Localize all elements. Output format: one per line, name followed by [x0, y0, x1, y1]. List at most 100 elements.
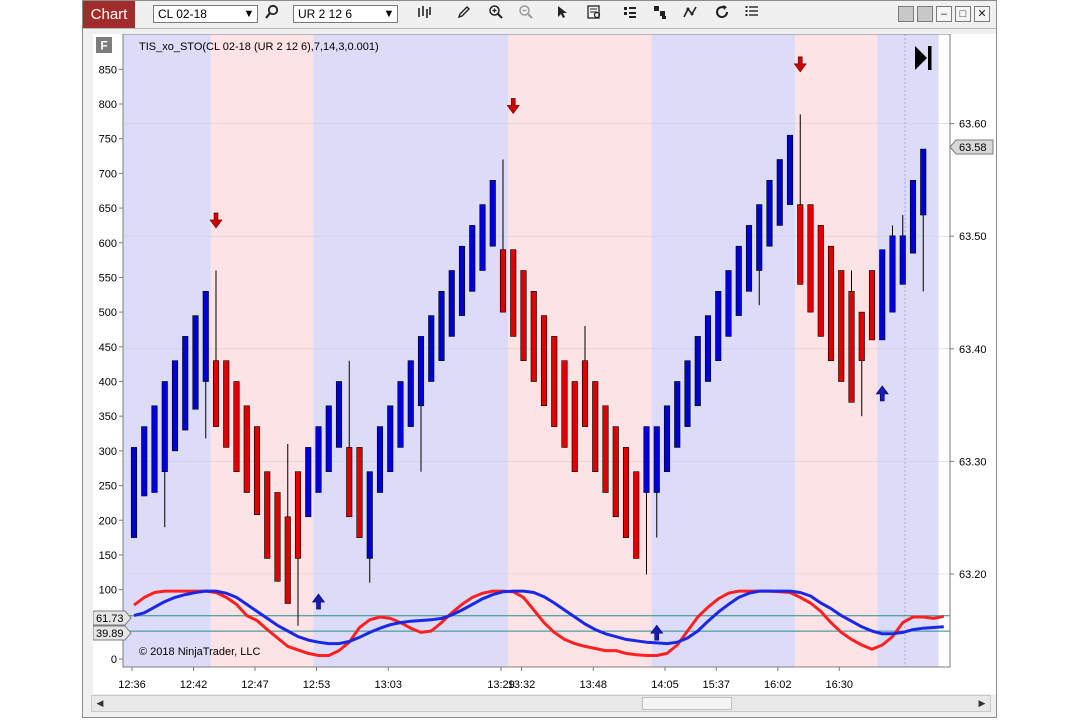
- chevron-down-icon: ▼: [243, 8, 255, 20]
- candle-body: [397, 381, 404, 448]
- candle-body: [797, 204, 804, 285]
- candle-body: [274, 492, 281, 582]
- left-axis-label: 600: [99, 238, 117, 250]
- candle-body: [622, 447, 630, 538]
- strategies-icon[interactable]: [619, 4, 641, 25]
- scroll-left-icon[interactable]: ◀: [92, 696, 108, 711]
- pointer-icon[interactable]: [551, 4, 573, 25]
- pencil-icon[interactable]: [453, 4, 475, 25]
- candle-body: [479, 204, 486, 271]
- indicators-icon[interactable]: [649, 4, 671, 25]
- zone-band: [508, 34, 652, 667]
- level-upper-value: 61.73: [96, 613, 124, 625]
- time-axis-label: 12:47: [241, 679, 269, 691]
- candle-body: [756, 204, 763, 271]
- bar-type-selector[interactable]: UR 2 12 6 ▼: [293, 5, 398, 23]
- time-axis-label: 15:37: [702, 679, 730, 691]
- minimize-tile-button[interactable]: [898, 6, 914, 22]
- data-box-icon[interactable]: [583, 4, 605, 25]
- candle-body: [510, 249, 517, 337]
- candle-body: [786, 134, 794, 205]
- left-axis-label: 450: [99, 342, 117, 354]
- reload-icon[interactable]: [711, 4, 733, 25]
- candle-body: [858, 311, 865, 361]
- candle-body: [448, 270, 455, 337]
- instrument-selector[interactable]: CL 02-18 ▼: [153, 5, 258, 23]
- candle-body: [171, 360, 179, 452]
- candle-body: [346, 447, 353, 518]
- level-marker-lower: 39.89: [93, 625, 132, 641]
- candle-body: [909, 180, 917, 254]
- candle-body: [561, 360, 568, 448]
- candle-body: [212, 360, 220, 427]
- candle-body: [592, 381, 599, 472]
- left-axis-label: 800: [99, 99, 117, 111]
- indicator-label: TIS_xo_STO(CL 02-18 (UR 2 12 6),7,14,3,0…: [139, 41, 379, 53]
- right-axis-label: 63.60: [959, 119, 987, 131]
- candle-body: [141, 426, 148, 497]
- candle-body: [889, 235, 896, 313]
- chart-toolbar: Chart CL 02-18 ▼ UR 2 12 6 ▼ – □ ✕: [83, 1, 996, 29]
- candle-body: [766, 180, 773, 247]
- minimize-button[interactable]: –: [936, 6, 952, 22]
- candle-body: [633, 471, 640, 559]
- scrollbar-thumb[interactable]: [642, 697, 732, 710]
- zoom-out-icon[interactable]: [515, 4, 537, 25]
- candle-body: [868, 270, 876, 341]
- horizontal-scrollbar[interactable]: ◀ ▶: [91, 695, 991, 712]
- candle-body: [694, 336, 701, 407]
- right-axis-label: 63.50: [959, 231, 987, 243]
- left-axis-label: 200: [99, 515, 117, 527]
- zone-band: [651, 34, 796, 667]
- search-icon[interactable]: [261, 4, 283, 25]
- close-button[interactable]: ✕: [974, 6, 990, 22]
- candle-body: [807, 204, 814, 313]
- bars-type-icon[interactable]: [413, 4, 435, 25]
- instrument-value: CL 02-18: [158, 7, 207, 21]
- candle-body: [417, 336, 425, 407]
- candle-body: [879, 249, 886, 341]
- candle-body: [356, 447, 363, 538]
- chart-tab[interactable]: Chart: [83, 1, 135, 28]
- time-axis-label: 13:48: [579, 679, 607, 691]
- left-axis-label: 700: [99, 168, 117, 180]
- left-axis-label: 300: [99, 446, 117, 458]
- scroll-right-icon[interactable]: ▶: [974, 696, 990, 711]
- time-axis-label: 12:36: [118, 679, 146, 691]
- copyright-label: © 2018 NinjaTrader, LLC: [139, 646, 260, 658]
- candle-body: [469, 225, 476, 292]
- candle-body: [428, 315, 435, 382]
- candle-body: [407, 360, 414, 427]
- candle-body: [704, 315, 712, 382]
- left-axis-label: 650: [99, 203, 117, 215]
- candle-body: [202, 291, 209, 382]
- candle-body: [335, 381, 343, 448]
- candle-body: [366, 471, 373, 559]
- candle-body: [161, 381, 168, 472]
- candle-body: [848, 291, 855, 403]
- candle-body: [612, 426, 619, 518]
- candle-body: [674, 381, 681, 448]
- candle-body: [735, 245, 742, 316]
- candle-body: [817, 225, 824, 337]
- drawing-tools-icon[interactable]: [679, 4, 701, 25]
- maximize-button[interactable]: □: [955, 6, 971, 22]
- left-axis-label: 150: [99, 550, 117, 562]
- candle-body: [499, 249, 507, 313]
- zone-band: [313, 34, 509, 667]
- chart-panel[interactable]: 0501001502002503003504004505005506006507…: [93, 34, 996, 694]
- candle-body: [571, 381, 578, 472]
- level-lower-value: 39.89: [96, 628, 124, 640]
- candle-body: [715, 291, 722, 361]
- right-axis-label: 63.30: [959, 456, 987, 468]
- candle-body: [551, 336, 558, 427]
- right-axis-label: 63.20: [959, 569, 987, 581]
- candle-body: [602, 405, 609, 493]
- tile-button[interactable]: [917, 6, 933, 22]
- bar-type-value: UR 2 12 6: [298, 7, 353, 21]
- left-axis-label: 400: [99, 377, 117, 389]
- zoom-in-icon[interactable]: [485, 4, 507, 25]
- properties-icon[interactable]: [741, 4, 763, 25]
- price-chart[interactable]: 0501001502002503003504004505005506006507…: [93, 34, 996, 694]
- chart-window: Chart CL 02-18 ▼ UR 2 12 6 ▼ – □ ✕ 0 100…: [82, 0, 997, 718]
